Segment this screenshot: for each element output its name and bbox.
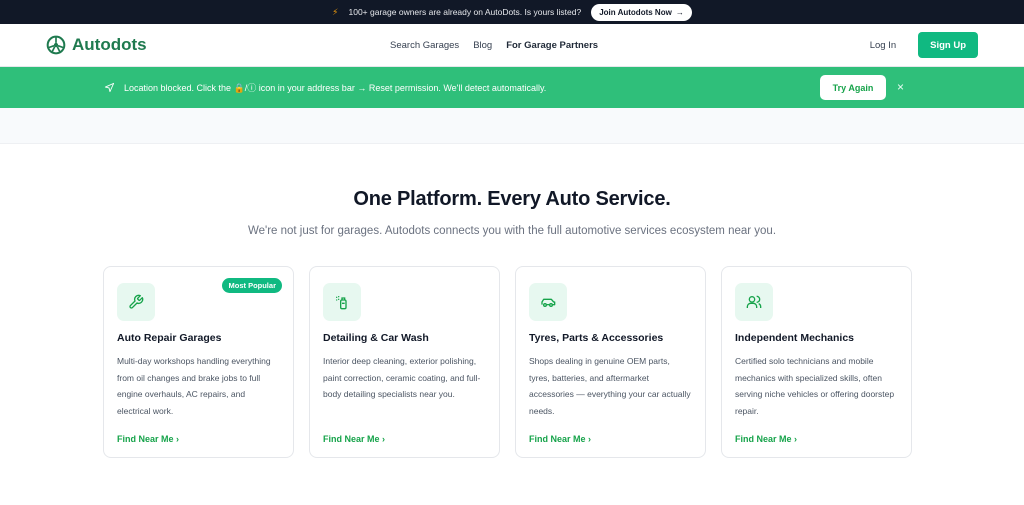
service-card-mechanics[interactable]: Independent Mechanics Certified solo tec… — [721, 266, 912, 458]
service-card-detailing[interactable]: Detailing & Car Wash Interior deep clean… — [309, 266, 500, 458]
location-alert: Location blocked. Click the 🔒/ⓘ icon in … — [0, 67, 1024, 108]
service-card-auto-repair[interactable]: Most Popular Auto Repair Garages Multi-d… — [103, 266, 294, 458]
card-title: Auto Repair Garages — [117, 332, 222, 344]
lightning-icon: ⚡ — [332, 6, 339, 17]
car-icon — [529, 283, 567, 321]
nav-links: Search Garages Blog For Garage Partners — [390, 40, 598, 51]
alert-text: Location blocked. Click the 🔒/ⓘ icon in … — [124, 83, 547, 93]
services-section: One Platform. Every Auto Service. We're … — [0, 144, 1024, 237]
users-icon — [735, 283, 773, 321]
main-navigation: Autodots Search Garages Blog For Garage … — [0, 24, 1024, 67]
find-near-me-link[interactable]: Find Near Me › — [117, 434, 179, 444]
navigation-arrow-icon — [104, 82, 115, 93]
spray-bottle-icon — [323, 283, 361, 321]
card-title: Tyres, Parts & Accessories — [529, 332, 664, 344]
close-icon[interactable]: × — [897, 80, 904, 94]
announcement-text: 100+ garage owners are already on AutoDo… — [348, 7, 582, 17]
join-button-label: Join Autodots Now — [599, 7, 672, 17]
arrow-right-icon: → — [675, 7, 684, 17]
find-near-me-link[interactable]: Find Near Me › — [735, 434, 797, 444]
search-strip — [0, 108, 1024, 144]
card-description: Interior deep cleaning, exterior polishi… — [323, 356, 481, 399]
wheel-logo-icon — [46, 35, 66, 55]
nav-link-blog[interactable]: Blog — [473, 40, 492, 51]
card-description: Shops dealing in genuine OEM parts, tyre… — [529, 356, 691, 416]
service-cards: Most Popular Auto Repair Garages Multi-d… — [0, 237, 1024, 458]
join-autodots-button[interactable]: Join Autodots Now → — [591, 3, 692, 21]
most-popular-badge: Most Popular — [222, 278, 282, 293]
wrench-icon — [117, 283, 155, 321]
nav-link-garage-partners[interactable]: For Garage Partners — [506, 40, 598, 51]
find-near-me-link[interactable]: Find Near Me › — [323, 434, 385, 444]
section-title: One Platform. Every Auto Service. — [353, 188, 671, 210]
card-description: Certified solo technicians and mobile me… — [735, 356, 895, 416]
try-again-button[interactable]: Try Again — [820, 75, 886, 100]
logo[interactable]: Autodots — [46, 35, 147, 55]
card-title: Independent Mechanics — [735, 332, 855, 344]
nav-link-search-garages[interactable]: Search Garages — [390, 40, 459, 51]
find-near-me-link[interactable]: Find Near Me › — [529, 434, 591, 444]
announcement-bar: ⚡ 100+ garage owners are already on Auto… — [0, 0, 1024, 24]
section-subtitle: We're not just for garages. Autodots con… — [247, 225, 777, 237]
service-card-tyres-parts[interactable]: Tyres, Parts & Accessories Shops dealing… — [515, 266, 706, 458]
logo-text: Autodots — [72, 35, 147, 54]
card-title: Detailing & Car Wash — [323, 332, 429, 344]
card-description: Multi-day workshops handling everything … — [117, 356, 271, 416]
signup-button[interactable]: Sign Up — [918, 32, 978, 58]
login-link[interactable]: Log In — [870, 40, 896, 51]
